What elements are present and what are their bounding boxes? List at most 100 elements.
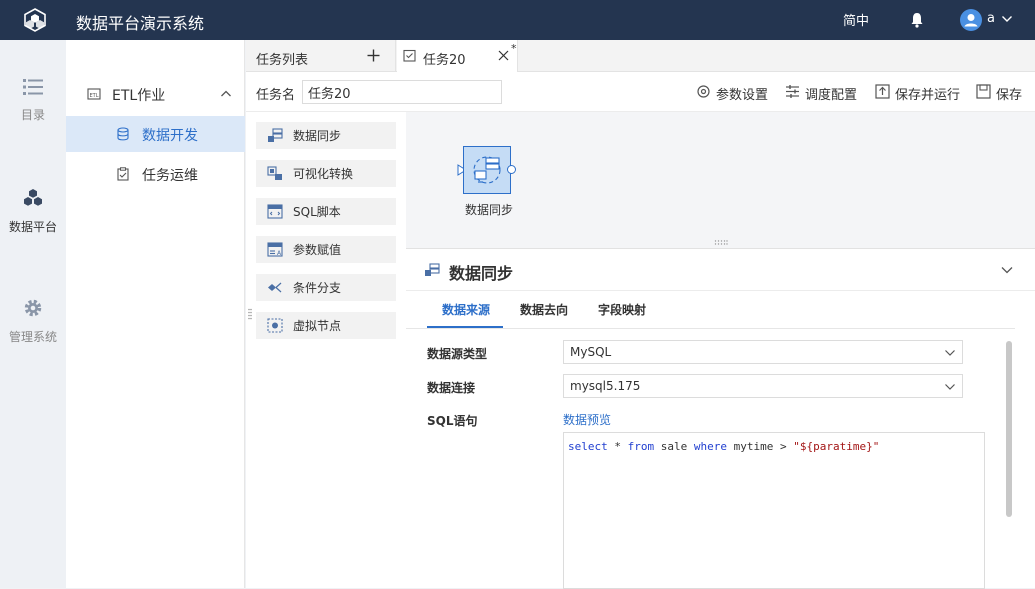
panel-scrollbar[interactable] xyxy=(1006,341,1012,517)
nav-item-data-platform[interactable]: 数据平台 xyxy=(0,188,66,235)
save-icon xyxy=(976,84,991,99)
sql-script-icon xyxy=(267,204,283,219)
chevron-up-icon[interactable] xyxy=(220,88,232,100)
sliders-icon xyxy=(786,85,799,98)
nav-item-admin[interactable]: 管理系统 xyxy=(0,298,66,345)
bell-icon[interactable] xyxy=(910,12,924,28)
palette-item-param-assign[interactable]: A 参数赋值 xyxy=(256,236,396,263)
tab-task-list[interactable]: 任务列表 xyxy=(246,40,396,72)
palette-label: 参数赋值 xyxy=(293,243,342,257)
app-title: 数据平台演示系统 xyxy=(76,14,205,33)
left-nav: 目录 数据平台 管理系统 xyxy=(0,40,66,588)
tree-group-label: ETL作业 xyxy=(112,88,166,104)
chevron-down-icon[interactable] xyxy=(1000,263,1014,277)
chevron-down-icon[interactable] xyxy=(1001,13,1013,25)
palette-label: 虚拟节点 xyxy=(293,319,342,333)
chevron-down-icon xyxy=(945,384,955,390)
sql-text: sale xyxy=(654,440,694,453)
panel-title: 数据同步 xyxy=(449,264,514,283)
tree-panel: ETL ETL作业 数据开发 任务运维 xyxy=(66,40,245,588)
select-value: MySQL xyxy=(570,345,612,359)
sql-keyword: where xyxy=(693,440,727,453)
source-type-select[interactable]: MySQL xyxy=(563,340,963,364)
etl-icon: ETL xyxy=(87,88,101,100)
visual-transform-icon xyxy=(267,166,282,180)
data-sync-icon xyxy=(425,263,440,276)
task-toolbar: 任务名 参数设置 调度配置 保存并运行 保存 xyxy=(246,72,1035,112)
tab-field-mapping[interactable]: 字段映射 xyxy=(598,301,646,318)
panel-header: 数据同步 xyxy=(406,249,1035,291)
palette-item-virtual-node[interactable]: 虚拟节点 xyxy=(256,312,396,339)
flow-node-data-sync[interactable] xyxy=(463,146,511,194)
palette-label: SQL脚本 xyxy=(293,205,341,219)
sql-keyword: select xyxy=(568,440,608,453)
flow-node-label: 数据同步 xyxy=(465,203,514,217)
tree-item-data-dev[interactable]: 数据开发 xyxy=(66,116,245,152)
palette-item-data-sync[interactable]: 数据同步 xyxy=(256,122,396,149)
tab-label: 任务列表 xyxy=(256,53,309,68)
panel-tabs: 数据来源 数据去向 字段映射 xyxy=(406,291,1015,329)
svg-text:ETL: ETL xyxy=(90,93,99,99)
task-check-icon xyxy=(403,49,416,62)
data-sync-icon xyxy=(473,156,501,184)
modified-marker: * xyxy=(511,42,517,55)
condition-branch-icon xyxy=(268,282,282,293)
button-label: 调度配置 xyxy=(805,88,858,103)
tab-data-source[interactable]: 数据来源 xyxy=(442,301,490,318)
button-label: 保存 xyxy=(996,88,1023,103)
cubes-logo-icon xyxy=(24,8,46,32)
palette-item-sql-script[interactable]: SQL脚本 xyxy=(256,198,396,225)
connection-label: 数据连接 xyxy=(427,381,476,395)
output-port[interactable] xyxy=(507,165,516,174)
language-switch[interactable]: 简中 xyxy=(843,10,869,29)
tree-item-task-ops[interactable]: 任务运维 xyxy=(66,156,245,192)
resize-handle[interactable] xyxy=(714,240,728,245)
sql-label: SQL语句 xyxy=(427,414,478,428)
sql-text: mytime > xyxy=(727,440,794,453)
clipboard-icon xyxy=(117,167,129,181)
plus-icon[interactable] xyxy=(367,49,380,62)
nav-label: 目录 xyxy=(20,108,45,122)
tab-data-target[interactable]: 数据去向 xyxy=(520,301,568,318)
top-bar: 数据平台演示系统 简中 a xyxy=(0,0,1035,40)
connection-select[interactable]: mysql5.175 xyxy=(563,374,963,398)
tree-item-label: 任务运维 xyxy=(142,168,198,184)
palette-label: 可视化转换 xyxy=(293,167,354,181)
nav-label: 管理系统 xyxy=(8,330,57,344)
save-run-icon xyxy=(875,84,890,99)
list-icon xyxy=(23,79,43,95)
task-name-input[interactable] xyxy=(302,80,502,104)
palette-item-condition-branch[interactable]: 条件分支 xyxy=(256,274,396,301)
task-name-label: 任务名 xyxy=(256,88,296,103)
nav-label: 数据平台 xyxy=(8,220,57,234)
tab-task-20[interactable]: 任务20 * xyxy=(397,40,518,72)
chevron-down-icon xyxy=(945,350,955,356)
cubes-icon xyxy=(24,189,42,206)
button-label: 保存并运行 xyxy=(895,88,961,103)
properties-panel: 数据同步 数据来源 数据去向 字段映射 数据源类型 MySQL 数据连接 mys… xyxy=(406,248,1035,589)
user-icon xyxy=(964,14,978,27)
active-tab-indicator xyxy=(427,326,503,328)
gear-icon xyxy=(24,299,42,317)
select-value: mysql5.175 xyxy=(570,379,641,393)
gear-icon xyxy=(697,85,710,98)
palette-label: 数据同步 xyxy=(293,129,342,143)
nav-item-catalog[interactable]: 目录 xyxy=(0,78,66,123)
data-preview-link[interactable]: 数据预览 xyxy=(563,411,611,428)
data-sync-icon xyxy=(268,128,283,142)
tab-label: 任务20 xyxy=(423,53,466,68)
palette-item-visual-transform[interactable]: 可视化转换 xyxy=(256,160,396,187)
virtual-node-icon xyxy=(267,318,283,333)
database-icon xyxy=(117,127,129,141)
sql-editor[interactable]: select * from sale where mytime > "${par… xyxy=(563,432,985,589)
component-palette: 数据同步 可视化转换 SQL脚本 A 参数赋值 条件分支 虚拟节点 xyxy=(246,112,406,588)
tree-item-label: 数据开发 xyxy=(142,128,198,144)
avatar[interactable] xyxy=(960,9,982,31)
user-name[interactable]: a xyxy=(987,11,995,26)
param-assign-icon: A xyxy=(267,242,283,257)
resize-handle[interactable] xyxy=(248,308,252,320)
sql-string: "${paratime}" xyxy=(793,440,880,453)
tree-group-etl[interactable]: ETL ETL作业 xyxy=(66,80,245,110)
close-icon[interactable] xyxy=(498,50,509,61)
sql-text: * xyxy=(607,440,628,453)
